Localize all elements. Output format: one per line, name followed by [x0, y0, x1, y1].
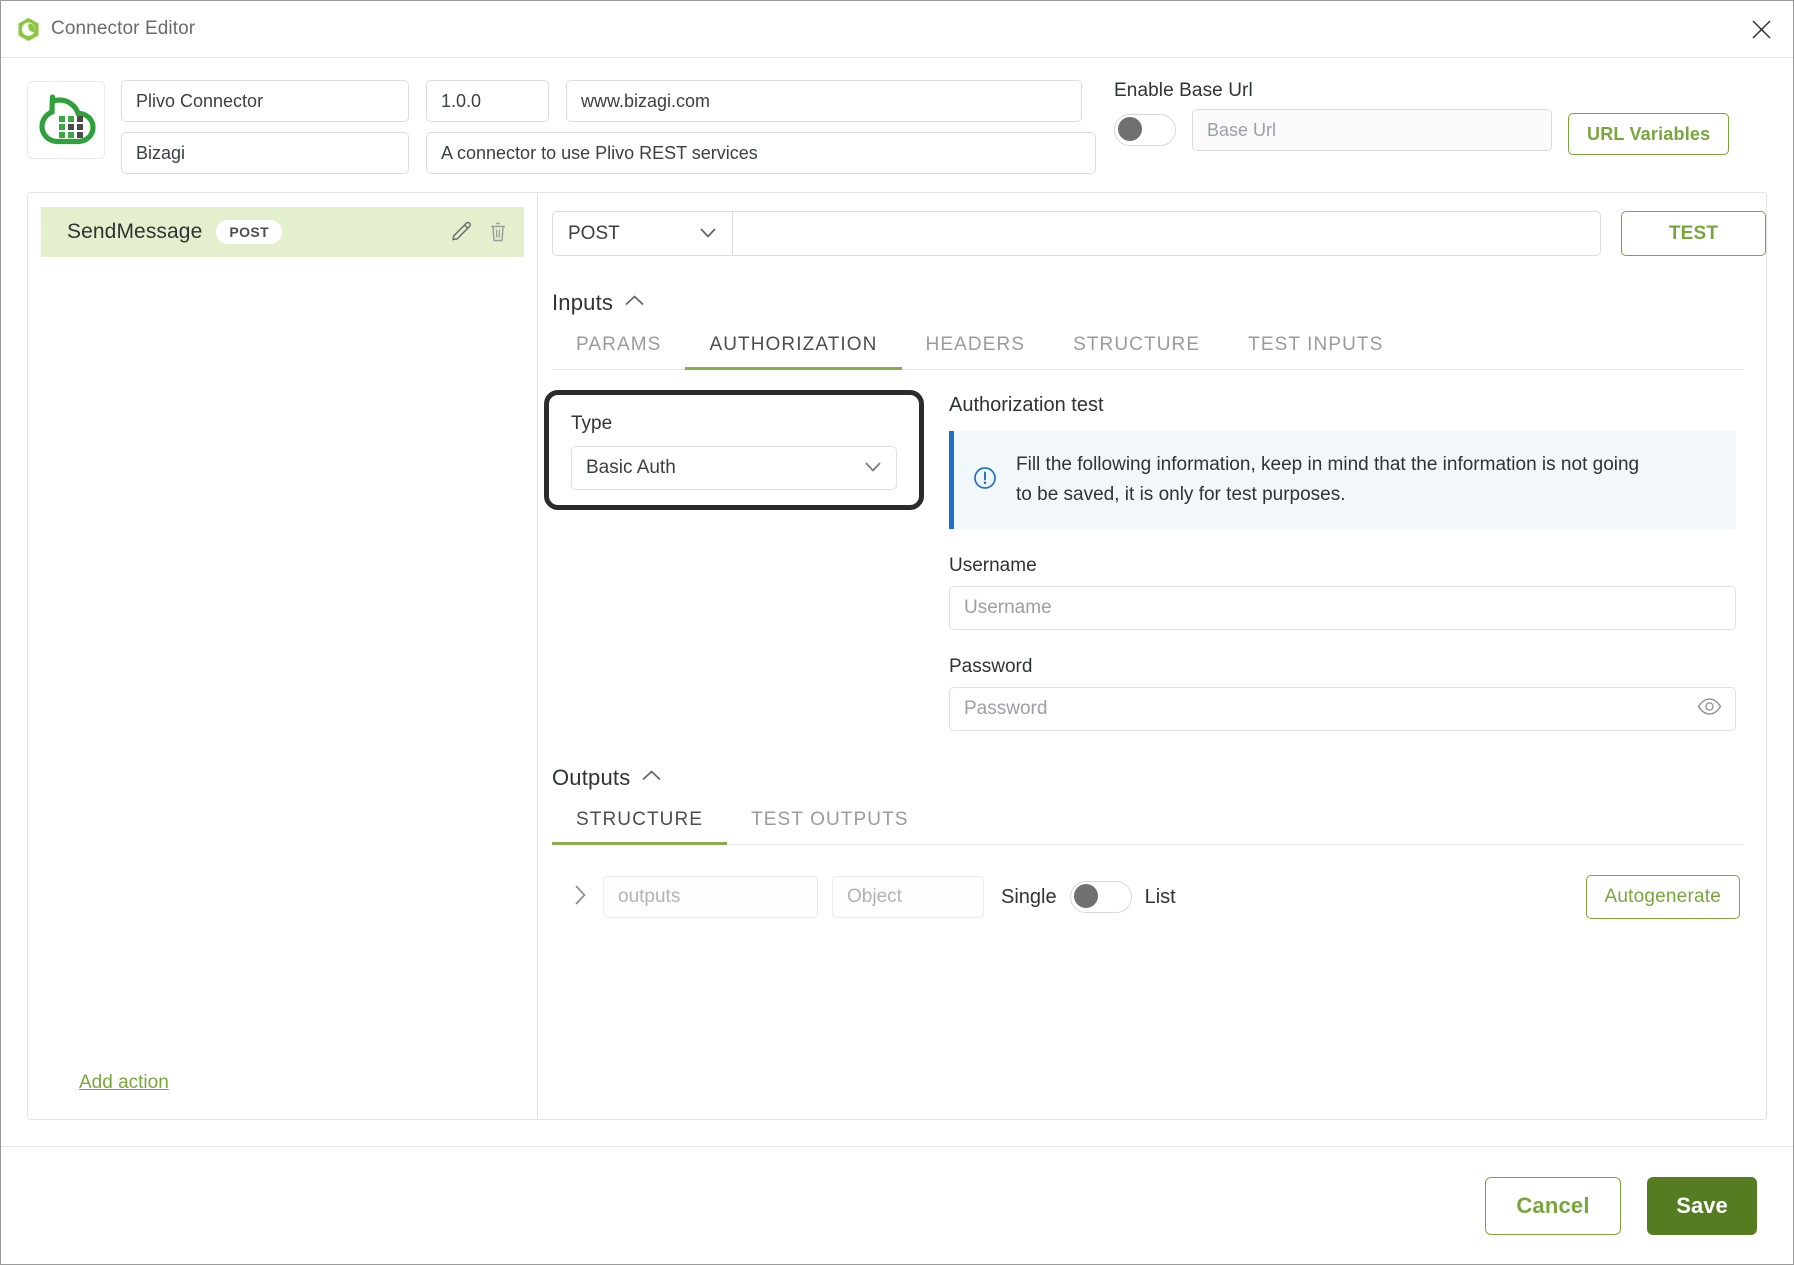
- title-bar: Connector Editor: [1, 1, 1793, 58]
- connector-version-input[interactable]: [426, 80, 549, 122]
- tab-test-outputs[interactable]: TEST OUTPUTS: [727, 809, 932, 845]
- add-action-link[interactable]: Add action: [79, 1072, 169, 1094]
- password-label: Password: [949, 656, 1033, 677]
- connector-editor-window: Connector Editor Plivo Connector 1.0.0 w…: [0, 0, 1794, 1265]
- username-label: Username: [949, 555, 1037, 576]
- request-detail-pane: POST TEST Inputs PARAMS AUTHORIZATION HE…: [538, 193, 1766, 1119]
- cloud-grid-icon[interactable]: [27, 81, 105, 159]
- action-icons: [450, 221, 508, 243]
- base-url-row: [1114, 109, 1552, 151]
- eye-icon[interactable]: [1697, 698, 1722, 720]
- close-icon[interactable]: [1729, 1, 1793, 57]
- authorization-test-title: Authorization test: [949, 394, 1104, 416]
- window-title: Connector Editor: [51, 18, 196, 39]
- output-name-input[interactable]: [603, 876, 818, 918]
- auth-type-select[interactable]: Basic Auth: [571, 446, 897, 490]
- tab-authorization[interactable]: AUTHORIZATION: [685, 334, 902, 370]
- enable-base-url-toggle[interactable]: [1114, 114, 1176, 146]
- base-url-input[interactable]: [1192, 109, 1552, 151]
- inputs-section-header[interactable]: Inputs: [552, 290, 1766, 316]
- action-list-item-sendmessage[interactable]: SendMessage POST: [41, 207, 524, 257]
- username-input[interactable]: [949, 586, 1736, 630]
- dialog-footer: Cancel Save: [1, 1146, 1793, 1264]
- save-button[interactable]: Save: [1647, 1176, 1757, 1235]
- editor-panel: SendMessage POST Add action POST TEST In…: [27, 192, 1767, 1120]
- list-label: List: [1144, 885, 1176, 908]
- action-name: SendMessage: [67, 220, 203, 243]
- connector-header-form: Enable Base Url URL Variables: [1, 58, 1793, 192]
- password-field-wrapper: [949, 687, 1736, 731]
- connector-vendor-input[interactable]: [121, 132, 409, 174]
- outputs-structure-row: Single List Autogenerate: [552, 875, 1740, 919]
- auth-type-highlight-box: Type Basic Auth: [544, 390, 924, 510]
- inputs-tabs: PARAMS AUTHORIZATION HEADERS STRUCTURE T…: [552, 334, 1744, 370]
- editor-body: SendMessage POST Add action POST TEST In…: [1, 192, 1793, 1120]
- outputs-tabs: STRUCTURE TEST OUTPUTS: [552, 809, 1744, 845]
- single-list-toggle-group: Single List: [1001, 881, 1176, 913]
- test-button[interactable]: TEST: [1621, 211, 1766, 256]
- pencil-icon[interactable]: [450, 221, 472, 243]
- authorization-panel: Type Basic Auth Authorization test Fill …: [544, 376, 1766, 731]
- trash-icon[interactable]: [488, 221, 508, 243]
- tab-test-inputs[interactable]: TEST INPUTS: [1224, 334, 1407, 370]
- enable-base-url-group: Enable Base Url: [1114, 80, 1552, 151]
- chevron-right-icon[interactable]: [574, 884, 587, 911]
- auth-type-label: Type: [571, 413, 613, 434]
- chevron-down-icon: [864, 457, 882, 479]
- tab-outputs-structure[interactable]: STRUCTURE: [552, 809, 728, 845]
- inputs-section-label: Inputs: [552, 290, 614, 315]
- request-path-input[interactable]: [732, 211, 1601, 256]
- action-method-badge: POST: [216, 220, 283, 244]
- connector-url-input[interactable]: [566, 80, 1082, 122]
- outputs-section-header[interactable]: Outputs: [552, 765, 1766, 791]
- tab-structure[interactable]: STRUCTURE: [1049, 334, 1224, 370]
- tab-headers[interactable]: HEADERS: [902, 334, 1050, 370]
- authorization-test-group: Authorization test Fill the following in…: [949, 394, 1736, 731]
- chevron-up-icon[interactable]: [624, 294, 645, 312]
- connector-name-input[interactable]: [121, 80, 409, 122]
- toggle-knob: [1073, 884, 1098, 908]
- authorization-info-banner: Fill the following information, keep in …: [949, 431, 1736, 529]
- http-method-select[interactable]: POST: [552, 211, 732, 256]
- outputs-section-label: Outputs: [552, 765, 631, 790]
- chevron-down-icon: [699, 223, 717, 245]
- url-variables-button[interactable]: URL Variables: [1568, 113, 1730, 155]
- tab-params[interactable]: PARAMS: [552, 334, 685, 370]
- autogenerate-button[interactable]: Autogenerate: [1585, 875, 1740, 919]
- toggle-knob: [1118, 117, 1142, 141]
- output-type-input[interactable]: [832, 876, 984, 918]
- auth-type-value: Basic Auth: [586, 457, 676, 478]
- actions-pane: SendMessage POST Add action: [28, 193, 538, 1119]
- chevron-up-icon[interactable]: [641, 769, 662, 787]
- connector-description-input[interactable]: [426, 132, 1096, 174]
- connector-fields: [121, 80, 1096, 174]
- authorization-info-text: Fill the following information, keep in …: [1016, 454, 1640, 505]
- single-label: Single: [1001, 885, 1057, 908]
- cancel-button[interactable]: Cancel: [1485, 1176, 1621, 1235]
- single-list-toggle[interactable]: [1069, 881, 1132, 913]
- http-method-value: POST: [568, 222, 620, 244]
- info-exclamation-icon: [972, 465, 998, 496]
- enable-base-url-label: Enable Base Url: [1114, 80, 1253, 101]
- request-row: POST TEST: [552, 211, 1766, 256]
- connector-fields-row-1: [121, 80, 1096, 122]
- connector-fields-row-2: [121, 132, 1096, 174]
- password-input[interactable]: [949, 687, 1736, 731]
- bizagi-hex-logo-icon: [17, 17, 40, 42]
